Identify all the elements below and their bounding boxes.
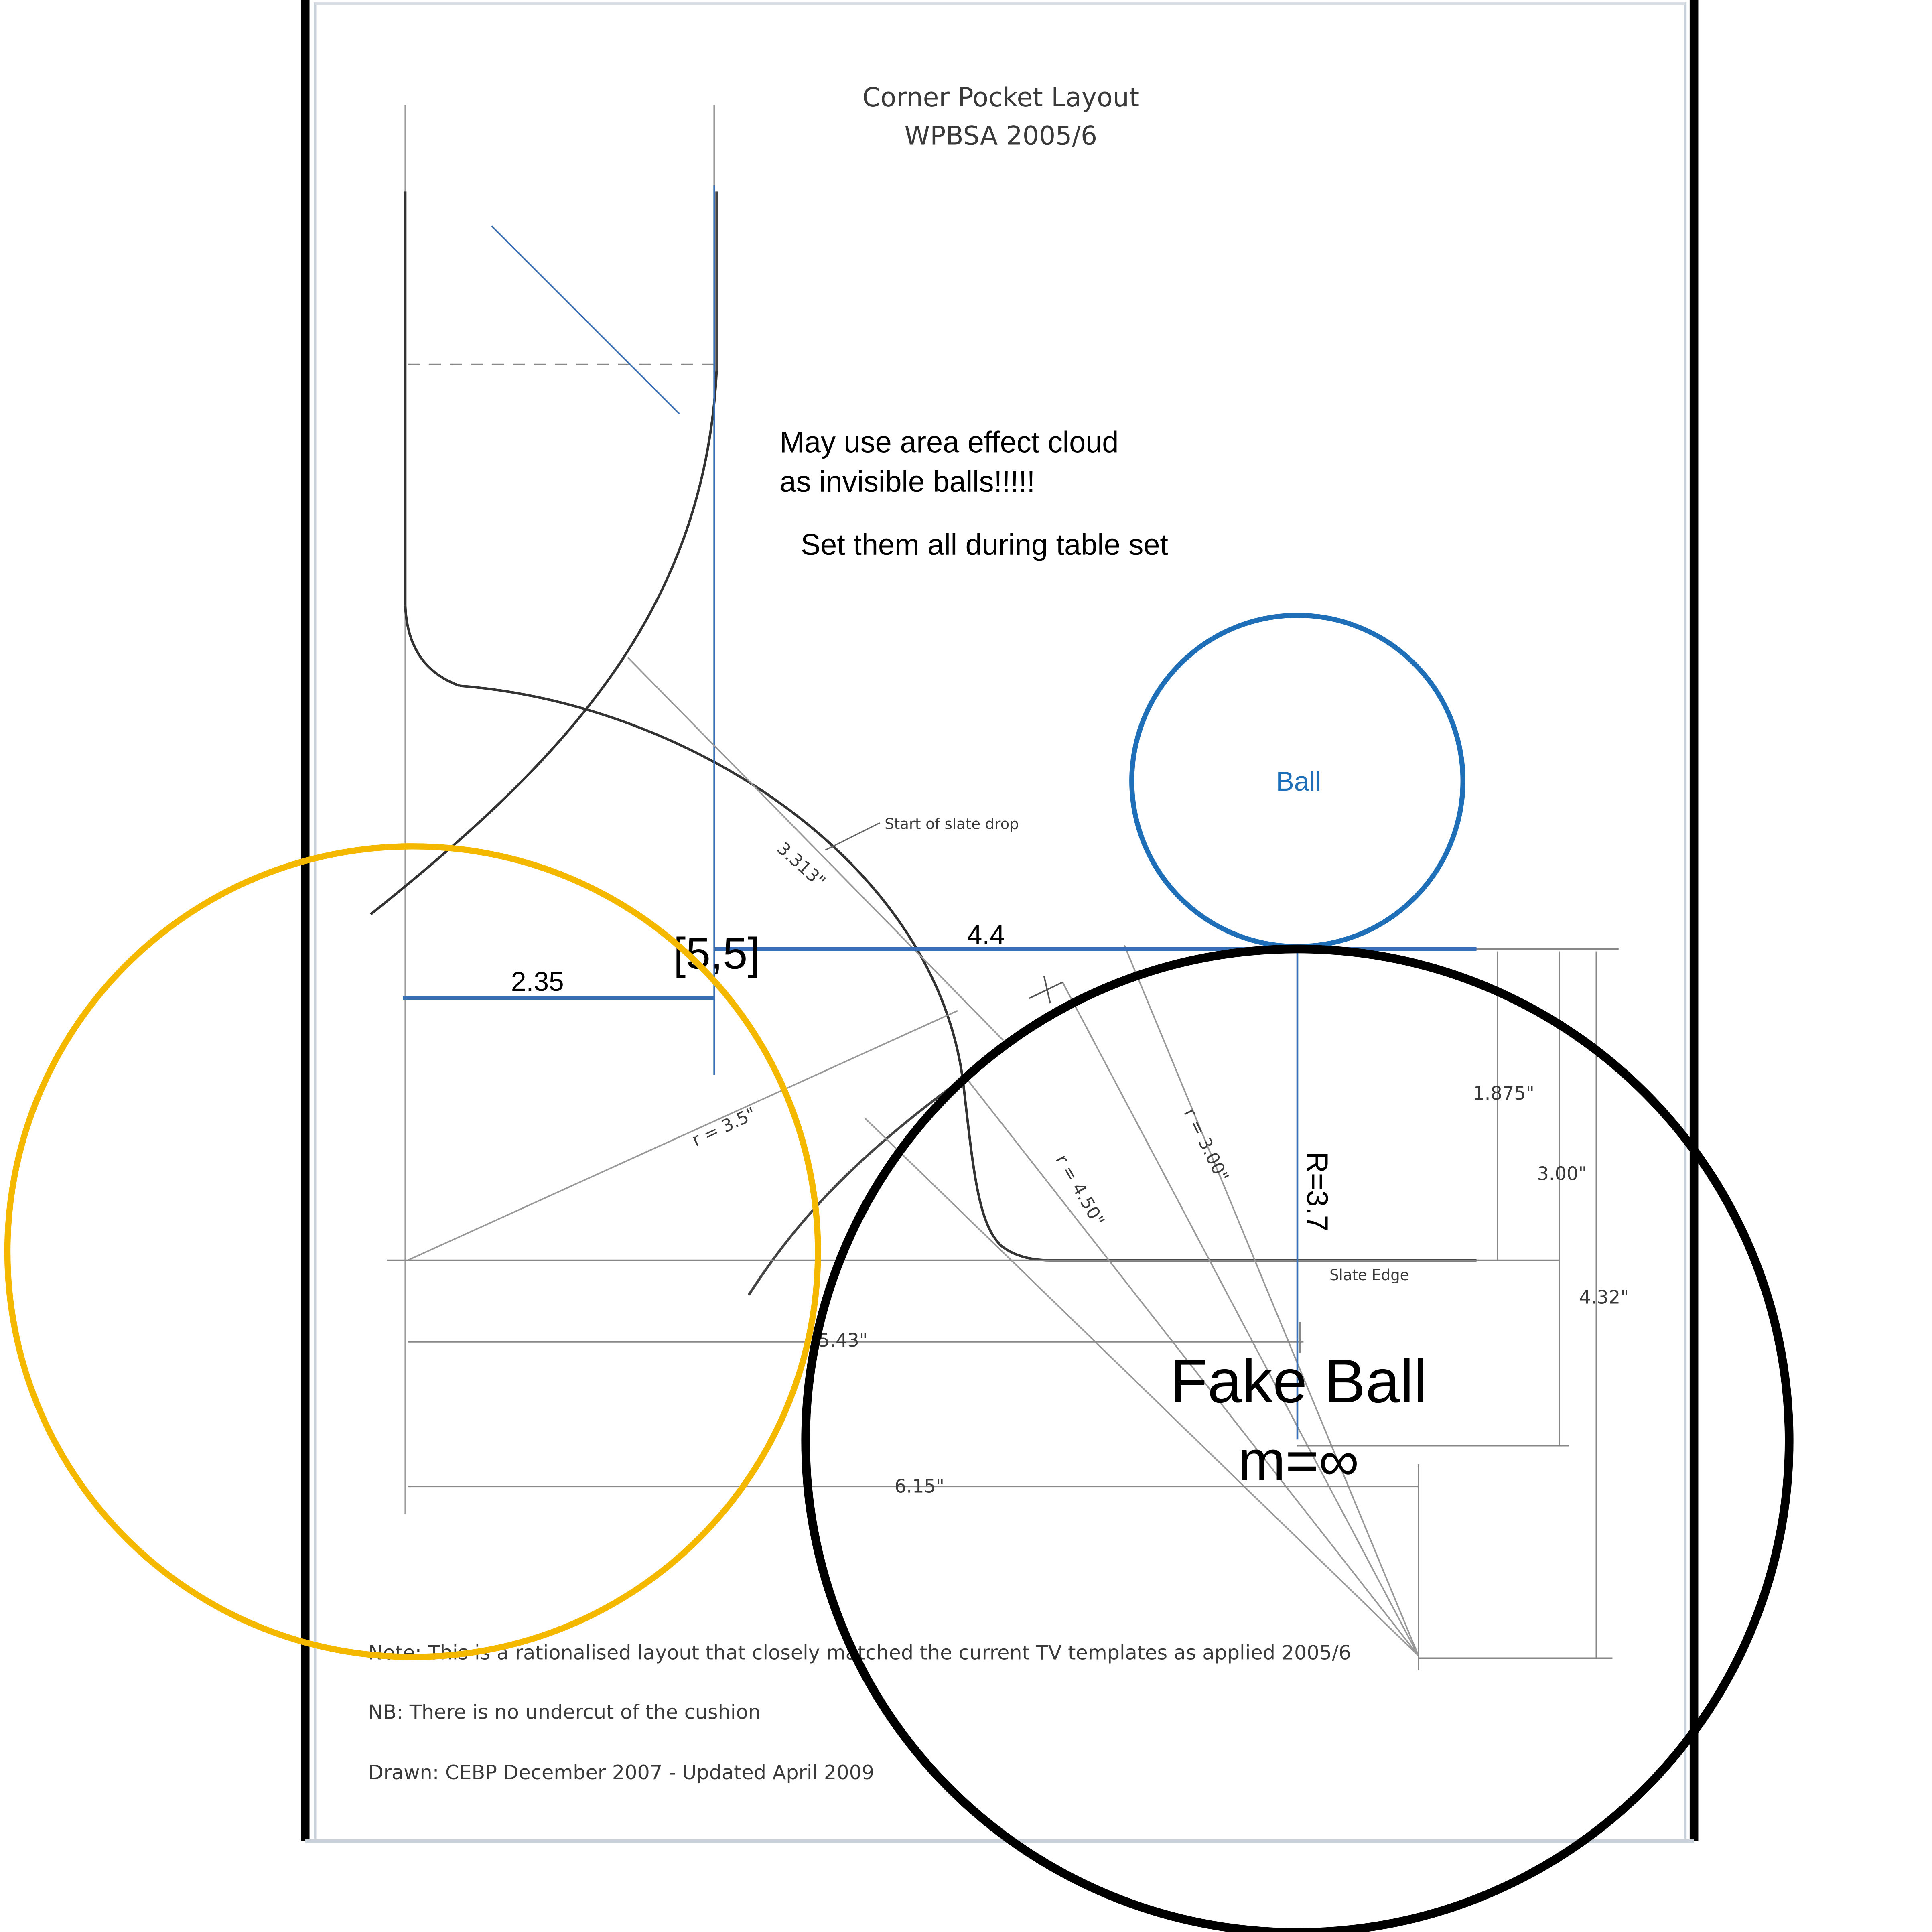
- doc-note-2: NB: There is no undercut of the cushion: [368, 1700, 761, 1723]
- d432-label: 4.32": [1579, 1286, 1629, 1308]
- r450-label: r = 4.50": [1051, 1151, 1108, 1230]
- fake-ball-label-line1: Fake Ball: [1170, 1347, 1427, 1416]
- radius-3-00-line-b: [1124, 945, 1419, 1656]
- pocket-drawing: [370, 105, 1619, 1671]
- cross-mark-b: [1043, 976, 1051, 1004]
- doc-note-3: Drawn: CEBP December 2007 - Updated Apri…: [368, 1761, 874, 1784]
- label-4-4: 4.4: [967, 920, 1005, 950]
- diagram-canvas: Corner Pocket Layout WPBSA 2005/6 Start …: [4, 0, 1794, 1932]
- annotation-note-line1: May use area effect cloud: [779, 425, 1118, 459]
- slate-edge-label: Slate Edge: [1329, 1266, 1409, 1284]
- d615-label: 6.15": [895, 1475, 944, 1497]
- start-slate-drop-label: Start of slate drop: [885, 816, 1019, 833]
- start-slate-drop-leader: [825, 822, 880, 851]
- d300-label: 3.00": [1537, 1163, 1587, 1184]
- fake-ball-label-line2: m=∞: [1238, 1429, 1359, 1493]
- r35-label: r = 3.5": [689, 1104, 759, 1151]
- doc-title-line2: WPBSA 2005/6: [904, 121, 1097, 151]
- arc-3313-label: 3.313": [773, 838, 829, 892]
- annotation-note-line2: as invisible balls!!!!!: [779, 465, 1035, 498]
- doc-title-line1: Corner Pocket Layout: [862, 83, 1139, 113]
- radius-3-00-line: [1062, 982, 1419, 1656]
- radius-3-5-line: [407, 1010, 958, 1261]
- pocket-fall-curve: [370, 370, 718, 915]
- label-2-35: 2.35: [511, 967, 564, 997]
- blue-diagonal-line: [491, 225, 680, 415]
- cushion-nose-curve: [404, 605, 460, 687]
- label-r-3-7: R=3.7: [1301, 1152, 1334, 1232]
- r300-label: r = 3.00": [1180, 1105, 1232, 1185]
- ball-label: Ball: [1276, 767, 1321, 797]
- arc-3313-line: [627, 657, 1004, 1041]
- d543-label: 5.43": [818, 1329, 868, 1351]
- d1875-label: 1.875": [1473, 1082, 1534, 1104]
- annotation-note-line3: Set them all during table set: [801, 528, 1168, 561]
